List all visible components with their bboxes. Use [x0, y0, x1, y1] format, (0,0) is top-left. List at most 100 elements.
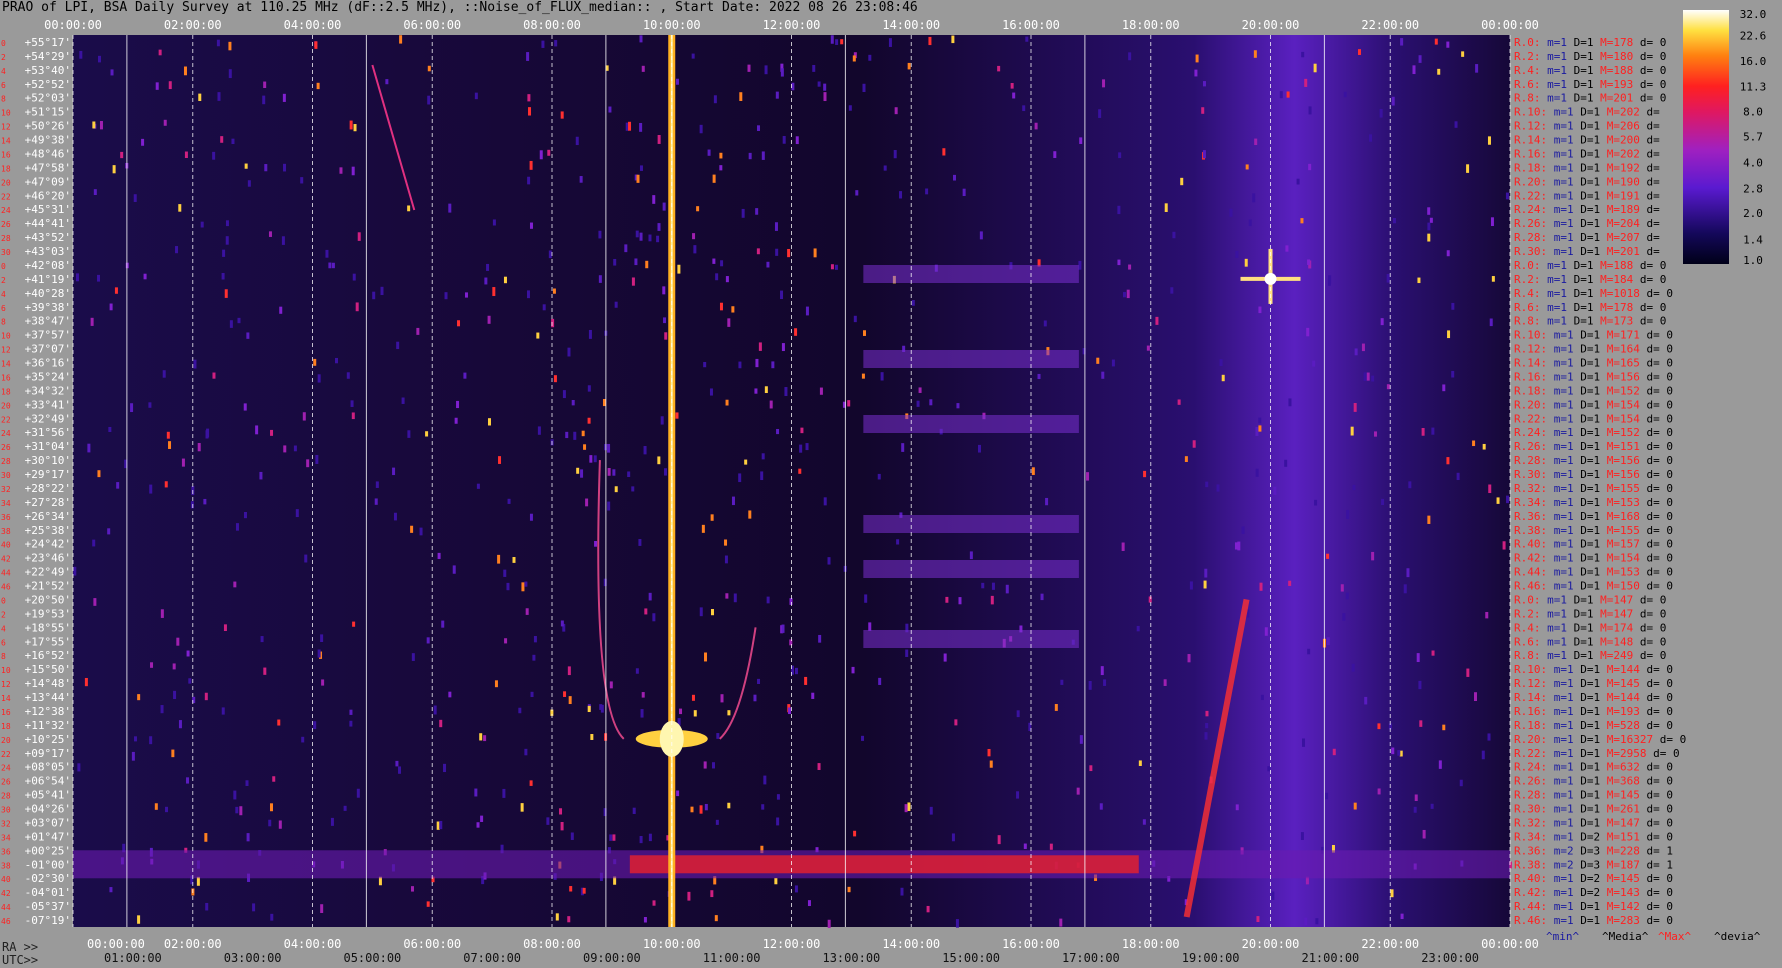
heatmap-cell: [439, 820, 443, 830]
heatmap-cell: [272, 776, 276, 782]
heatmap-cell: [372, 291, 376, 300]
heatmap-cell: [1422, 829, 1426, 839]
heatmap-cell: [888, 38, 892, 47]
heatmap-cell: [233, 581, 237, 588]
heatmap-cell: [1237, 541, 1241, 551]
row-index-label: 4: [1, 624, 6, 633]
heatmap-cell: [823, 83, 827, 91]
heatmap-cell: [662, 286, 666, 295]
heatmap-cell: [524, 581, 528, 587]
row-index-label: 34: [1, 499, 11, 508]
heatmap-cell: [956, 403, 960, 409]
dec-label: +10°25': [25, 733, 71, 746]
row-index-label: 26: [1, 778, 11, 787]
x-ra-tick-label: 10:00:00: [643, 937, 701, 951]
heatmap-cell: [160, 609, 164, 618]
row-index-label: 44: [1, 569, 11, 578]
heatmap-cell: [186, 777, 190, 784]
heatmap-cell: [587, 705, 591, 713]
dec-label: +43°52': [25, 231, 71, 244]
heatmap-cell: [587, 417, 591, 424]
heatmap-cell: [1472, 440, 1476, 447]
row-stat: R.2: m=1 D=1 M=180 d= 0: [1514, 50, 1666, 63]
heatmap-cell: [712, 258, 716, 264]
heatmap-cell: [714, 915, 718, 922]
heatmap-cell: [805, 306, 809, 316]
row-index-label: 32: [1, 485, 11, 494]
heatmap-cell: [1180, 177, 1184, 186]
heatmap-cell: [339, 167, 343, 174]
heatmap-cell: [638, 539, 642, 546]
heatmap-cell: [632, 807, 636, 814]
heatmap-cell: [479, 733, 483, 741]
heatmap-cell: [780, 290, 784, 300]
heatmap-cell: [313, 721, 317, 730]
heatmap-cell: [1241, 526, 1245, 534]
heatmap-cell: [212, 151, 216, 160]
heatmap-cell: [640, 709, 644, 718]
heatmap-cell: [313, 358, 317, 366]
heatmap-cell: [756, 248, 760, 255]
heatmap-cell: [643, 446, 647, 455]
heatmap-cell: [216, 39, 220, 47]
heatmap-cell: [506, 582, 510, 591]
colorbar-tick-label: 16.0: [1740, 55, 1767, 68]
row-stat: R.2: m=1 D=1 M=184 d= 0: [1514, 273, 1666, 286]
heatmap-cell: [639, 836, 643, 844]
heatmap-cell: [1123, 292, 1127, 298]
heatmap-cell: [1219, 359, 1223, 366]
heatmap-cell: [609, 834, 613, 841]
heatmap-cell: [864, 594, 868, 603]
heatmap-cell: [283, 163, 287, 172]
heatmap-cell: [114, 287, 118, 294]
heatmap-cell: [847, 886, 851, 893]
heatmap-cell: [775, 248, 779, 256]
heatmap-cell: [184, 151, 188, 158]
heatmap-cell: [1301, 51, 1305, 58]
dec-label: +06°54': [25, 775, 71, 788]
heatmap-cell: [120, 151, 124, 159]
dec-label: +26°34': [25, 510, 71, 523]
heatmap-cell: [93, 598, 97, 606]
colorbar-tick-label: 4.0: [1743, 156, 1763, 169]
dec-label: -05°37': [25, 900, 71, 913]
heatmap-cell: [504, 638, 508, 644]
heatmap-cell: [301, 736, 305, 743]
heatmap-cell: [1088, 681, 1092, 690]
band-feature: [863, 630, 1079, 648]
dec-label: +15°50': [25, 663, 71, 676]
heatmap-cell: [896, 539, 900, 545]
heatmap-cell: [679, 708, 683, 715]
heatmap-cell: [981, 582, 985, 589]
heatmap-cell: [437, 552, 441, 559]
heatmap-cell: [1022, 105, 1026, 112]
heatmap-cell: [380, 286, 384, 296]
heatmap-cell: [186, 650, 190, 657]
heatmap-cell: [1300, 218, 1304, 224]
heatmap-cell: [1386, 274, 1390, 283]
x-utc-tick-label: 19:00:00: [1182, 951, 1240, 965]
heatmap-cell: [704, 652, 708, 662]
heatmap-cell: [1201, 107, 1205, 114]
heatmap-cell: [774, 222, 778, 231]
heatmap-cell: [1340, 584, 1344, 592]
heatmap-cell: [443, 763, 447, 773]
heatmap-cell: [1474, 692, 1478, 702]
ra-axis-label: RA >>: [2, 940, 39, 954]
heatmap-cell: [1490, 217, 1494, 227]
heatmap-cell: [75, 273, 79, 282]
heatmap-cell: [699, 124, 703, 134]
heatmap-cell: [1353, 403, 1357, 412]
heatmap-cell: [853, 315, 857, 323]
heatmap-cell: [1414, 794, 1418, 801]
row-index-label: 24: [1, 764, 11, 773]
heatmap-cell: [492, 219, 496, 226]
heatmap-cell: [1192, 440, 1196, 448]
band-feature: [863, 415, 1079, 433]
heatmap-cell: [645, 260, 649, 269]
dec-label: +08°05': [25, 761, 71, 774]
heatmap-cell: [766, 596, 770, 604]
heatmap-cell: [541, 40, 545, 48]
heatmap-cell: [173, 690, 177, 700]
row-index-label: 10: [1, 109, 11, 118]
